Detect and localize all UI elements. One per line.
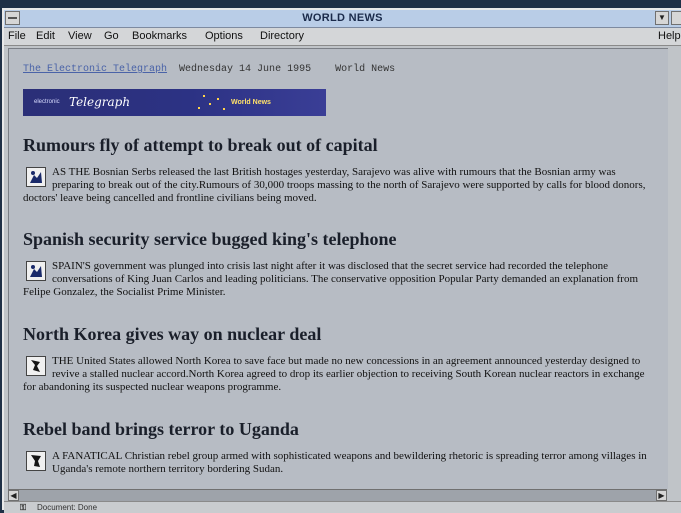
story-photo-icon[interactable] [26,356,46,376]
document-view[interactable]: The Electronic Telegraph Wednesday 14 Ju… [8,48,668,489]
status-bar: ⚿ Document: Done [4,501,681,513]
banner-tag: World News [231,99,271,106]
security-key-icon: ⚿ [20,503,27,512]
menu-edit[interactable]: Edit [36,30,55,42]
maximize-button[interactable] [671,11,681,25]
menu-file[interactable]: File [8,30,26,42]
status-text: Document: Done [37,503,98,512]
site-link[interactable]: The Electronic Telegraph [23,64,167,75]
menu-go[interactable]: Go [104,30,119,42]
story-headline[interactable]: Rumours fly of attempt to break out of c… [23,135,659,156]
banner-logo-text: Telegraph [69,95,131,109]
story-photo-icon[interactable] [26,451,46,471]
page-section: World News [335,64,396,75]
story-text: THE United States allowed North Korea to… [23,355,645,393]
telegraph-banner[interactable]: electronic Telegraph World News [23,89,326,116]
window-title: WORLD NEWS [302,12,383,24]
story-headline[interactable]: Spanish security service bugged king's t… [23,229,659,250]
story-text: AS THE Bosnian Serbs released the last B… [23,166,646,204]
menu-bar: File Edit View Go Bookmarks Options Dire… [4,28,681,46]
page-date: Wednesday 14 June 1995 [179,64,312,75]
browser-window: WORLD NEWS ▼ File Edit View Go Bookmarks… [2,8,681,513]
story-photo-icon[interactable] [26,167,46,187]
story-2: Spanish security service bugged king's t… [23,229,659,299]
title-bar[interactable]: WORLD NEWS ▼ [4,10,681,28]
scroll-left-arrow-icon[interactable]: ◀ [8,490,19,501]
banner-small-text: electronic [34,99,60,105]
story-3: North Korea gives way on nuclear deal TH… [23,324,659,394]
story-text: A FANATICAL Christian rebel group armed … [52,450,647,475]
page-header-line: The Electronic Telegraph Wednesday 14 Ju… [23,64,395,75]
story-1: Rumours fly of attempt to break out of c… [23,135,659,205]
story-headline[interactable]: North Korea gives way on nuclear deal [23,324,659,345]
minimize-button[interactable]: ▼ [655,11,669,25]
menu-help[interactable]: Help [658,30,681,42]
menu-directory[interactable]: Directory [260,30,304,42]
menu-bookmarks[interactable]: Bookmarks [132,30,187,42]
menu-view[interactable]: View [68,30,92,42]
story-4: Rebel band brings terror to Uganda A FAN… [23,419,659,476]
scroll-right-arrow-icon[interactable]: ▶ [656,490,667,501]
story-photo-icon[interactable] [26,261,46,281]
menu-options[interactable]: Options [205,30,243,42]
story-headline[interactable]: Rebel band brings terror to Uganda [23,419,659,440]
story-text: SPAIN'S government was plunged into cris… [23,260,639,298]
